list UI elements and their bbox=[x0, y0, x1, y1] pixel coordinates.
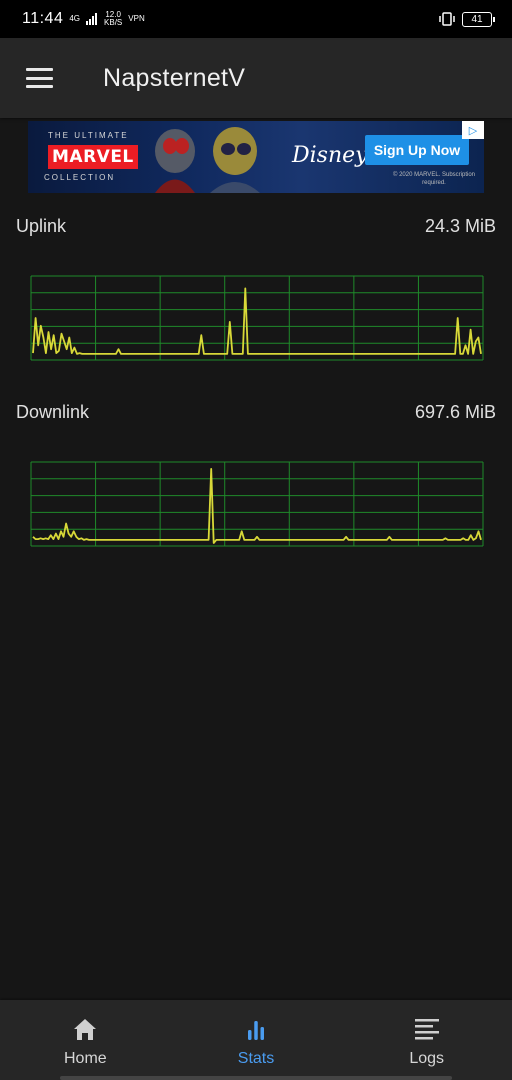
home-icon bbox=[74, 1019, 97, 1040]
nav-stats-label: Stats bbox=[237, 1050, 275, 1067]
hero-artwork bbox=[155, 127, 260, 193]
ad-tagline-bottom: COLLECTION bbox=[44, 173, 116, 182]
downlink-graph bbox=[30, 461, 484, 547]
nav-logs-label: Logs bbox=[409, 1050, 445, 1067]
uplink-value: 24.3 MiB bbox=[424, 216, 496, 236]
hamburger-menu-icon[interactable] bbox=[26, 68, 53, 88]
uplink-traffic-line bbox=[32, 287, 482, 355]
list-icon bbox=[414, 1019, 439, 1040]
network-type: 4G bbox=[69, 14, 81, 23]
downlink-label: Downlink bbox=[16, 402, 90, 422]
app-bar: NapsternetV bbox=[0, 38, 512, 118]
nav-stats[interactable]: Stats bbox=[171, 1000, 342, 1080]
ad-choices-icon[interactable]: ▷ bbox=[462, 121, 484, 139]
uplink-label: Uplink bbox=[16, 216, 67, 236]
uplink-graph bbox=[30, 275, 484, 361]
ad-tagline-top: THE ULTIMATE bbox=[48, 131, 129, 140]
sign-up-button[interactable]: Sign Up Now bbox=[365, 135, 469, 165]
nav-home[interactable]: Home bbox=[0, 1000, 171, 1080]
clock: 11:44 bbox=[22, 10, 64, 27]
downlink-value: 697.6 MiB bbox=[414, 402, 496, 422]
network-speed: 12.0 KB/S bbox=[104, 11, 122, 27]
downlink-traffic-line bbox=[32, 468, 482, 544]
battery-level: 41 bbox=[471, 13, 483, 25]
app-title: NapsternetV bbox=[103, 63, 246, 92]
signal-icon bbox=[86, 13, 98, 25]
bottom-navigation: Home Stats Logs bbox=[0, 1000, 512, 1080]
ad-banner[interactable]: THE ULTIMATE MARVEL COLLECTION Disney+ S… bbox=[28, 121, 484, 193]
home-indicator bbox=[60, 1076, 452, 1080]
nav-logs[interactable]: Logs bbox=[341, 1000, 512, 1080]
speed-unit: KB/S bbox=[104, 18, 123, 27]
nav-home-label: Home bbox=[63, 1050, 107, 1067]
uplink-row: Uplink 24.3 MiB bbox=[16, 216, 496, 237]
ad-fine-print: © 2020 MARVEL. Subscription required. bbox=[392, 172, 476, 186]
status-bar: 11:44 4G 12.0 KB/S VPN 41 bbox=[0, 0, 512, 38]
downlink-row: Downlink 697.6 MiB bbox=[16, 402, 496, 423]
marvel-logo: MARVEL bbox=[48, 145, 138, 169]
vibrate-icon bbox=[439, 12, 455, 26]
battery-indicator: 41 bbox=[462, 11, 495, 27]
bar-chart-icon bbox=[248, 1021, 264, 1040]
vpn-indicator: VPN bbox=[128, 14, 145, 23]
